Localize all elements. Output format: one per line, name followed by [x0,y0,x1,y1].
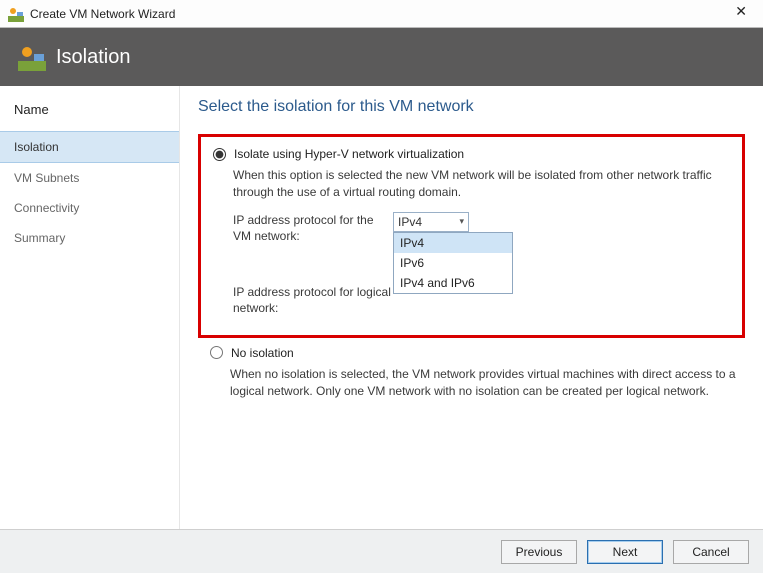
option-no-isolation[interactable]: No isolation [208,346,737,360]
page-title: Select the isolation for this VM network [198,98,745,116]
app-icon [8,6,24,22]
vm-network-protocol-label: IP address protocol for the VM network: [233,212,393,244]
logical-network-protocol-label: IP address protocol for logical network: [233,284,393,316]
option-isolate-hyperv-description: When this option is selected the new VM … [233,167,732,202]
cancel-button[interactable]: Cancel [673,540,749,564]
sidebar-item-label: Connectivity [14,201,79,215]
window-title: Create VM Network Wizard [30,7,175,21]
wizard-step-title: Isolation [56,46,131,69]
chevron-down-icon: ▾ [459,216,464,227]
dropdown-option-ipv4[interactable]: IPv4 [394,233,512,253]
wizard-footer: Previous Next Cancel [0,529,763,573]
option-no-isolation-radio[interactable] [210,346,223,359]
previous-button[interactable]: Previous [501,540,577,564]
option-isolate-hyperv[interactable]: Isolate using Hyper-V network virtualiza… [211,147,732,161]
sidebar-item-connectivity[interactable]: Connectivity [0,193,179,223]
dropdown-option-ipv6[interactable]: IPv6 [394,253,512,273]
wizard-content: Select the isolation for this VM network… [180,86,763,529]
option-no-isolation-description: When no isolation is selected, the VM ne… [230,366,737,401]
wizard-icon [18,43,46,71]
sidebar-item-label: Summary [14,231,65,245]
vm-network-protocol-dropdown: IPv4 IPv6 IPv4 and IPv6 [393,232,513,294]
vm-network-protocol-value: IPv4 [398,215,422,229]
option-isolate-hyperv-label: Isolate using Hyper-V network virtualiza… [234,147,464,161]
sidebar-item-isolation[interactable]: Isolation [0,131,179,163]
sidebar-item-summary[interactable]: Summary [0,223,179,253]
sidebar-header[interactable]: Name [0,94,179,131]
next-button[interactable]: Next [587,540,663,564]
titlebar: Create VM Network Wizard ✕ [0,0,763,28]
close-icon[interactable]: ✕ [729,3,753,20]
sidebar-item-label: Isolation [14,140,59,154]
sidebar-item-label: VM Subnets [14,171,79,185]
sidebar-item-vm-subnets[interactable]: VM Subnets [0,163,179,193]
isolation-highlight-box: Isolate using Hyper-V network virtualiza… [198,134,745,338]
wizard-banner: Isolation [0,28,763,86]
option-isolate-hyperv-radio[interactable] [213,148,226,161]
wizard-sidebar: Name Isolation VM Subnets Connectivity S… [0,86,180,529]
vm-network-protocol-select[interactable]: IPv4 ▾ IPv4 IPv6 IPv4 and IPv6 [393,212,469,232]
option-no-isolation-label: No isolation [231,346,294,360]
dropdown-option-ipv4-ipv6[interactable]: IPv4 and IPv6 [394,273,512,293]
